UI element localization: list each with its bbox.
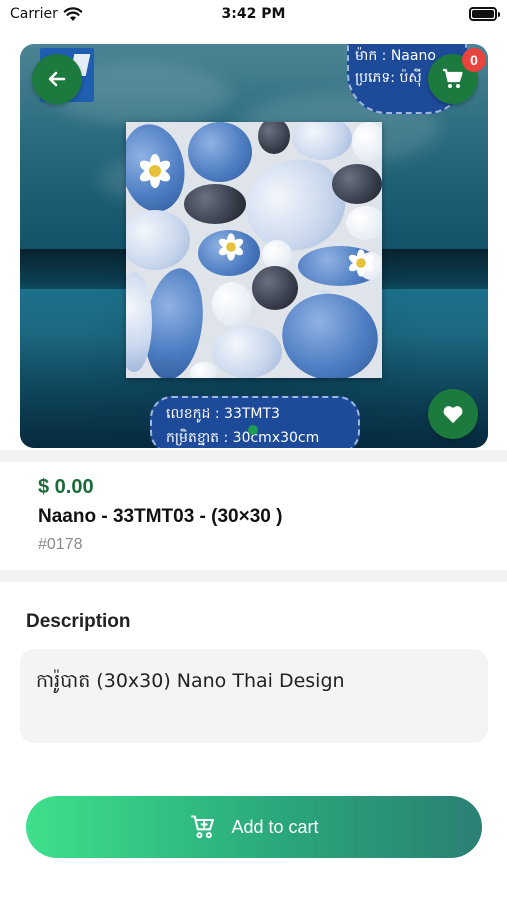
add-to-cart-label: Add to cart — [231, 816, 319, 837]
battery-icon — [469, 7, 500, 21]
cart-plus-icon — [191, 815, 215, 839]
section-divider — [0, 570, 507, 582]
product-price: $ 0.00 — [38, 476, 94, 498]
status-bar: Carrier 3:42 PM — [0, 0, 507, 30]
product-id: #0178 — [38, 536, 83, 553]
product-code-plate: លេខកូដ : 33TMT3 កម្រិតខ្នាត : 30cmx30cm — [150, 396, 360, 448]
description-text: ការ៉ូបាត (30x30) Nano Thai Design — [36, 670, 345, 692]
brand-tag-line-1: ម៉ាក : Naano — [355, 48, 436, 64]
description-heading: Description — [26, 611, 131, 632]
product-image-carousel[interactable]: ម៉ាក : Naano ប្រភេទ: ប៉ស៊ី លេខកូដ: 33TM… — [20, 44, 488, 448]
heart-icon — [443, 406, 463, 424]
back-button[interactable] — [32, 54, 82, 104]
favorite-button[interactable] — [428, 389, 478, 439]
add-to-cart-button[interactable]: Add to cart — [26, 796, 482, 858]
tile-product-image — [126, 122, 382, 378]
back-arrow-icon — [48, 71, 66, 87]
cart-button[interactable]: 0 — [428, 48, 486, 104]
cart-count-badge: 0 — [462, 48, 486, 72]
cart-icon — [443, 68, 463, 88]
product-code-line-2: កម្រិតខ្នាត : 30cmx30cm — [166, 430, 320, 446]
carousel-page-indicator — [248, 425, 258, 435]
brand-tag-line-2: ប្រភេទ: ប៉ស៊ី — [355, 70, 422, 86]
clock: 3:42 PM — [221, 6, 286, 22]
section-divider — [0, 450, 507, 462]
description-box: ការ៉ូបាត (30x30) Nano Thai Design — [20, 649, 488, 743]
product-code-line-1: លេខកូដ : 33TMT3 — [166, 406, 280, 422]
product-name: Naano - 33TMT03 - (30×30 ) — [38, 506, 283, 527]
